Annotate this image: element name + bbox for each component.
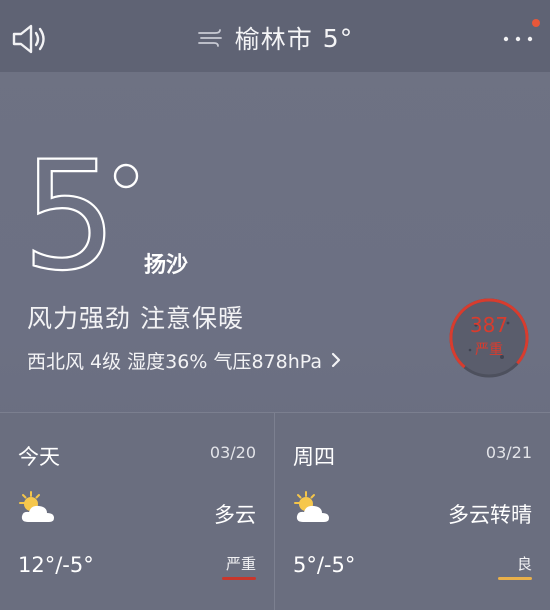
forecast-card-today[interactable]: 今天 03/20 多云 12°/-5° 严重 [0,413,274,610]
forecast-aqi-bar [498,577,532,580]
header-temperature: 5° [322,23,354,53]
aqi-value: 387 [469,313,509,337]
partly-cloudy-icon [19,491,54,522]
notification-dot [532,19,540,27]
forecast-temperature: 12°/-5° [18,553,94,577]
current-temperature-value: 5 [22,150,117,280]
header-title[interactable]: 榆林市 5° [0,18,550,58]
forecast-card-thursday[interactable]: 周四 03/21 多云转晴 5°/-5° 良 [275,413,550,610]
wind-icon [197,29,222,47]
forecast-date: 03/21 [485,443,532,462]
partly-cloudy-icon [294,491,329,522]
forecast-condition: 多云转晴 [448,503,532,527]
forecast-day: 今天 [18,445,60,469]
forecast-date: 03/20 [209,443,256,462]
weather-screen: 榆林市 5° 5 扬沙 风力强劲 注意保暖 西北风 4级 湿度36% 气压878… [0,0,550,610]
aqi-level: 严重 [475,342,503,358]
forecast-aqi-level: 良 [516,555,532,573]
city-name: 榆林市 [234,25,313,54]
forecast-aqi-level: 严重 [225,555,256,573]
aqi-ring [449,298,529,378]
forecast-aqi-bar [222,577,256,580]
weather-details[interactable]: 西北风 4级 湿度36% 气压878hPa [27,344,342,376]
aqi-badge[interactable]: 387 严重 [446,295,532,381]
forecast-panel: 今天 03/20 多云 12°/-5° 严重 周四 03/21 多云转晴 5°/… [0,412,550,610]
chevron-right-icon [331,352,341,368]
more-icon[interactable] [498,22,538,56]
forecast-day: 周四 [293,445,335,469]
top-bar: 榆林市 5° [0,0,550,72]
current-condition: 扬沙 [144,253,189,278]
weather-tip: 风力强劲 注意保暖 [27,304,244,333]
degree-symbol [113,163,139,189]
forecast-condition: 多云 [214,503,256,527]
forecast-temperature: 5°/-5° [293,553,356,577]
details-text: 西北风 4级 湿度36% 气压878hPa [27,350,322,373]
